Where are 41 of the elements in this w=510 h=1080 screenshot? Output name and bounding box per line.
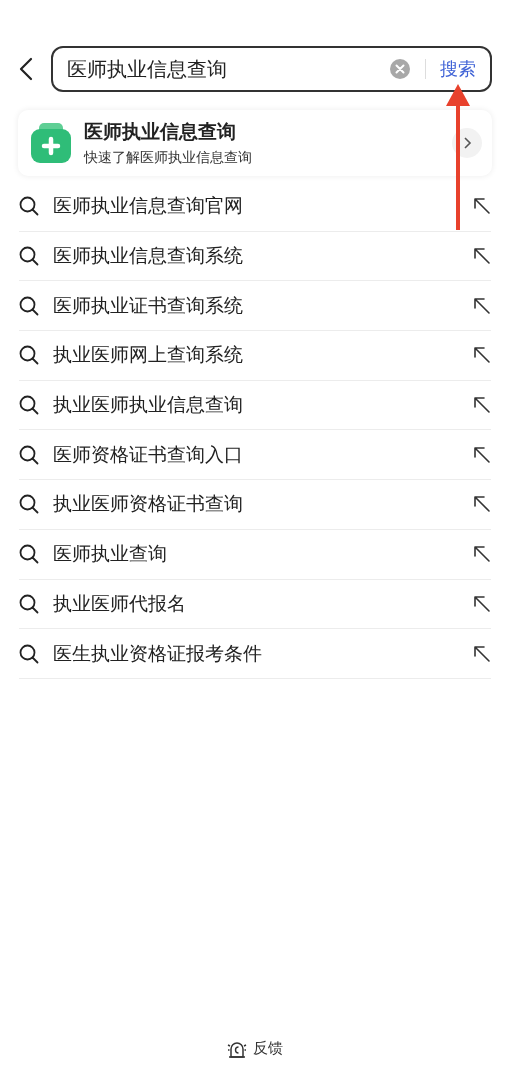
fill-arrow-icon[interactable] xyxy=(473,644,491,663)
fill-arrow-icon[interactable] xyxy=(473,247,491,266)
feedback-link[interactable]: 反馈 xyxy=(227,1039,283,1058)
search-icon xyxy=(19,494,39,515)
fill-arrow-icon[interactable] xyxy=(473,396,491,415)
fill-arrow-icon[interactable] xyxy=(473,296,491,315)
search-icon xyxy=(19,196,39,217)
suggestion-item[interactable]: 执业医师代报名 xyxy=(19,579,491,630)
fill-arrow-icon[interactable] xyxy=(473,594,491,613)
suggestion-item[interactable]: 执业医师网上查询系统 xyxy=(19,331,491,381)
search-icon xyxy=(19,544,39,565)
fill-arrow-icon[interactable] xyxy=(473,197,491,216)
search-icon xyxy=(19,444,39,465)
suggestion-item[interactable]: 医师执业查询 xyxy=(19,529,491,580)
search-icon xyxy=(19,395,39,416)
suggestion-item[interactable]: 医师执业证书查询系统 xyxy=(19,281,491,332)
suggestion-item[interactable]: 医师执业信息查询系统 xyxy=(19,231,491,282)
back-icon[interactable] xyxy=(19,57,33,81)
suggestion-item[interactable]: 医生执业资格证报考条件 xyxy=(19,629,491,679)
search-icon xyxy=(19,295,39,316)
service-card[interactable]: 医师执业信息查询 快速了解医师执业信息查询 xyxy=(18,110,492,176)
search-text: 医师执业信息查询 xyxy=(67,55,228,83)
fill-arrow-icon[interactable] xyxy=(473,495,491,514)
card-subtitle: 快速了解医师执业信息查询 xyxy=(84,149,253,167)
alarm-icon xyxy=(227,1039,247,1058)
suggestion-item[interactable]: 执业医师执业信息查询 xyxy=(19,380,491,431)
suggestion-item[interactable]: 医师资格证书查询入口 xyxy=(19,430,491,481)
fill-arrow-icon[interactable] xyxy=(473,445,491,464)
card-title: 医师执业信息查询 xyxy=(84,119,237,144)
search-icon xyxy=(19,643,39,664)
search-icon xyxy=(19,345,39,366)
chevron-icon[interactable] xyxy=(452,128,482,158)
suggestion-item[interactable]: 医师执业信息查询官网 xyxy=(19,182,491,232)
search-icon xyxy=(19,593,39,614)
suggestion-item[interactable]: 执业医师资格证书查询 xyxy=(19,480,491,530)
fill-arrow-icon[interactable] xyxy=(473,545,491,564)
search-icon xyxy=(19,246,39,267)
fill-arrow-icon[interactable] xyxy=(473,346,491,365)
search-button[interactable]: 搜索 xyxy=(440,57,476,81)
search-field[interactable]: 医师执业信息查询 搜索 xyxy=(51,46,492,92)
medical-kit-icon xyxy=(30,122,72,164)
